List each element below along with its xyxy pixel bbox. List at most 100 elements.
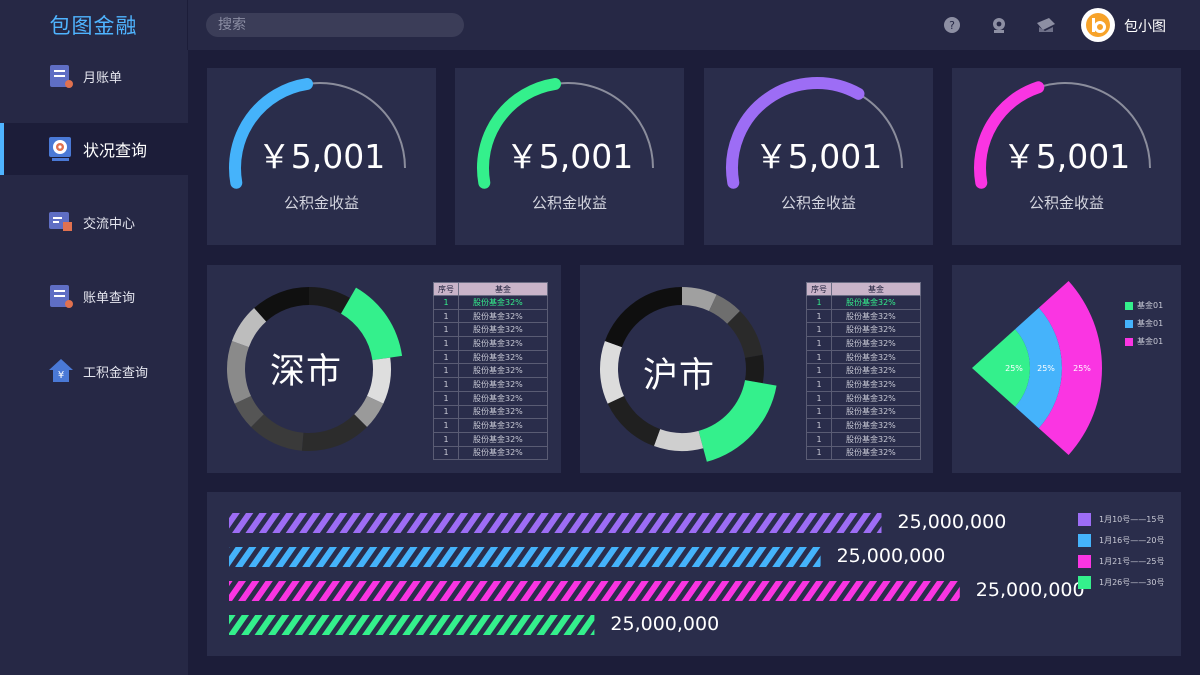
table-cell-index: 1 [806, 308, 832, 324]
table-row: 1 股份基金32% [433, 336, 548, 351]
table-cell-index: 1 [433, 349, 459, 365]
table-row: 1 股份基金32% [806, 295, 921, 310]
shanghai-card: 沪市 序号 基金 1 股份基金32% 1 股份基金32% 1 股份基金32% 1 股份基金32… [580, 265, 933, 473]
table-cell-fund: 股份基金32% [831, 349, 921, 365]
table-row: 1 股份基金32% [806, 431, 921, 447]
table-cell-index: 1 [433, 377, 459, 392]
table-cell-fund: 股份基金32% [458, 322, 548, 338]
bar-data-label: 25,000,000 [610, 613, 720, 635]
sidebar-item-fund-query[interactable]: ¥ 工积金查询 [0, 345, 188, 397]
gauge-label: 公积金收益 [283, 194, 359, 212]
target-icon [49, 137, 71, 161]
gauge-card-4: ￥5,001 公积金收益 [952, 68, 1181, 245]
legend-swatch [1078, 576, 1091, 589]
donut-segment [254, 287, 309, 322]
table-row: 1 股份基金32% [433, 363, 548, 379]
sidebar-item-exchange-center[interactable]: 交流中心 [0, 196, 188, 248]
bar-data-label: 25,000,000 [897, 511, 1007, 533]
gauge-label: 公积金收益 [531, 194, 607, 212]
sidebar-item-label: 账单查询 [83, 290, 136, 306]
table-cell-index: 1 [433, 336, 459, 351]
table-cell-fund: 股份基金32% [458, 431, 548, 447]
table-row: 1 股份基金32% [433, 431, 548, 447]
gauge-label: 公积金收益 [780, 194, 856, 212]
top-bar: 包图金融 ? 包小图 [0, 0, 1200, 50]
table-header: 基金 [831, 282, 921, 296]
table-cell-fund: 股份基金32% [831, 390, 921, 406]
fan-chart: 25% 25% 25% [972, 281, 1103, 455]
legend-swatch [1078, 513, 1091, 526]
sidebar: 月账单 状况查询 交流中心 账单查询 ¥ 工积金查询 [0, 50, 188, 675]
table-cell-fund: 股份基金32% [831, 418, 921, 433]
donut-segment [600, 340, 624, 404]
table-cell-fund: 股份基金32% [831, 322, 921, 338]
yen-house-icon: ¥ [49, 359, 73, 382]
legend-swatch [1078, 555, 1091, 568]
table-cell-index: 1 [433, 404, 459, 420]
bar [229, 581, 960, 601]
table-row: 1 股份基金32% [433, 308, 548, 324]
table-row: 1 股份基金32% [806, 404, 921, 420]
app-logo[interactable]: 包图金融 [0, 0, 188, 50]
legend-item: 1月10号——15号 [1078, 513, 1164, 526]
user-avatar[interactable] [1081, 8, 1115, 42]
bar [229, 547, 821, 567]
legend-label: 1月10号——15号 [1099, 515, 1165, 524]
gauge-card-2: ￥5,001 公积金收益 [455, 68, 684, 245]
help-icon[interactable]: ? [941, 14, 963, 36]
table-cell-fund: 股份基金32% [458, 390, 548, 406]
donut-title: 沪市 [643, 356, 716, 396]
donut-segment [604, 287, 682, 348]
table-header: 基金 [458, 282, 548, 296]
donut-segment [607, 396, 661, 447]
table-cell-index: 1 [433, 431, 459, 447]
donut-segment [653, 429, 704, 452]
table-header: 序号 [433, 282, 459, 296]
bill-icon [50, 65, 73, 88]
table-cell-index: 1 [433, 418, 459, 433]
table-cell-index: 1 [806, 445, 832, 461]
bar-data-label: 25,000,000 [975, 579, 1085, 601]
sidebar-item-label: 交流中心 [83, 216, 136, 232]
table-cell-fund: 股份基金32% [458, 349, 548, 365]
table-cell-index: 1 [806, 418, 832, 433]
table-cell-fund: 股份基金32% [831, 295, 921, 310]
gauge-value: ￥5,001 [754, 137, 883, 176]
table-cell-index: 1 [433, 308, 459, 324]
table-cell-index: 1 [433, 445, 459, 461]
table-header: 序号 [806, 282, 832, 296]
bar-data-label: 25,000,000 [836, 545, 946, 567]
table-cell-fund: 股份基金32% [831, 336, 921, 351]
bar [229, 615, 595, 635]
settings-icon[interactable] [988, 14, 1010, 36]
sidebar-item-status-query[interactable]: 状况查询 [0, 123, 188, 175]
bar [229, 513, 882, 533]
gauge-card-3: ￥5,001 公积金收益 [704, 68, 933, 245]
table-cell-index: 1 [806, 363, 832, 379]
table-row: 1 股份基金32% [433, 404, 548, 420]
legend-label: 1月21号——25号 [1099, 557, 1165, 566]
table-cell-index: 1 [433, 390, 459, 406]
fan-data-label: 25% [1037, 364, 1055, 373]
table-row: 1 股份基金32% [433, 349, 548, 365]
table-cell-index: 1 [806, 390, 832, 406]
sidebar-item-monthly-bill[interactable]: 月账单 [0, 50, 188, 102]
legend-label: 基金01 [1137, 337, 1164, 346]
legend-item: 基金01 [1125, 336, 1163, 347]
shenzhen-card: 深市 序号 基金 1 股份基金32% 1 股份基金32% 1 股份基金32% 1 股份基金32… [207, 265, 561, 473]
user-name[interactable]: 包小图 [1124, 16, 1166, 36]
table-cell-fund: 股份基金32% [458, 295, 548, 310]
search-input[interactable] [206, 13, 464, 37]
table-cell-fund: 股份基金32% [458, 404, 548, 420]
legend-label: 1月16号——20号 [1099, 536, 1165, 545]
table-row: 1 股份基金32% [433, 322, 548, 338]
table-cell-index: 1 [806, 336, 832, 351]
table-cell-index: 1 [806, 431, 832, 447]
table-cell-fund: 股份基金32% [831, 363, 921, 379]
table-row: 1 股份基金32% [806, 349, 921, 365]
sidebar-item-label: 月账单 [83, 70, 123, 86]
table-row: 1 股份基金32% [806, 322, 921, 338]
message-icon[interactable] [1035, 14, 1057, 36]
table-row: 1 股份基金32% [433, 390, 548, 406]
sidebar-item-bill-query[interactable]: 账单查询 [0, 270, 188, 322]
